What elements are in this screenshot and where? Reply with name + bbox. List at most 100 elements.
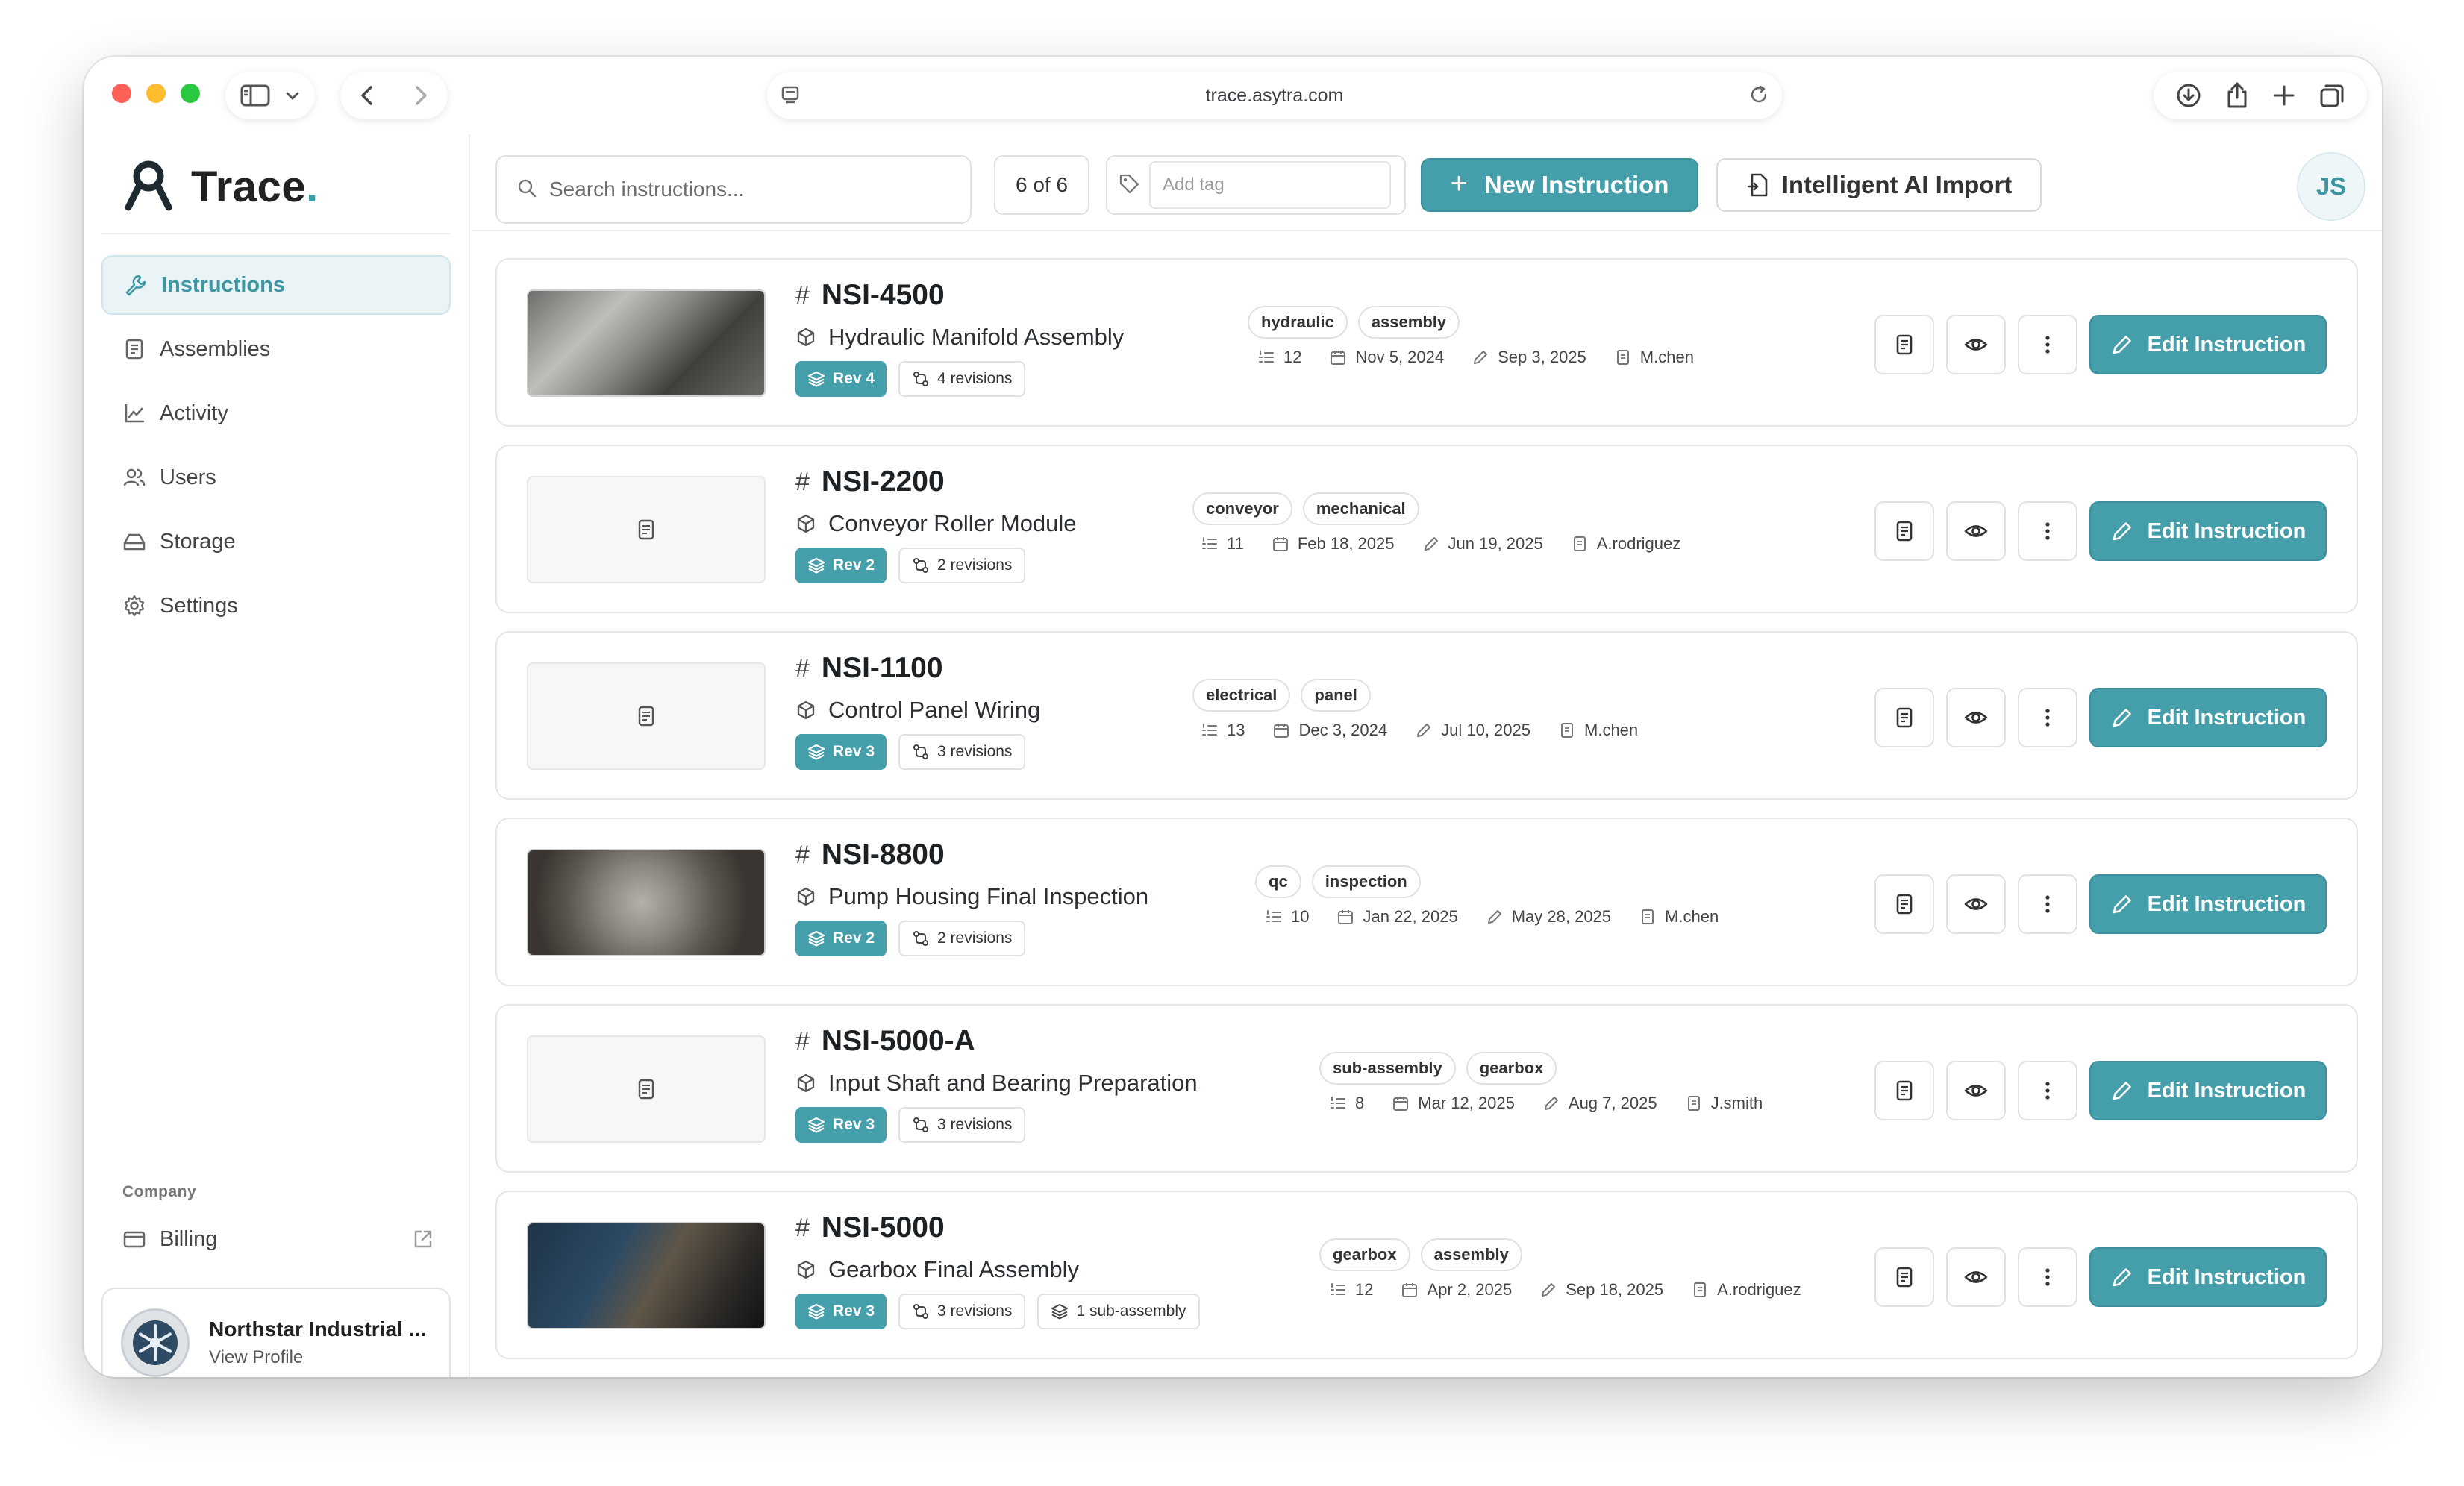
instruction-card[interactable]: # NSI-5000 Gearbox Final Assembly Rev 3 … (495, 1191, 2358, 1359)
document-icon (1896, 334, 1913, 355)
tag-chip[interactable]: mechanical (1302, 492, 1419, 525)
instruction-card[interactable]: # NSI-5000-A Input Shaft and Bearing Pre… (495, 1004, 2358, 1173)
more-options-button[interactable] (2018, 501, 2077, 561)
download-icon[interactable] (2175, 82, 2202, 109)
new-tab-icon[interactable] (2272, 84, 2296, 107)
view-document-button[interactable] (1874, 1061, 1934, 1120)
instruction-code-row: # NSI-5000 (795, 1211, 945, 1244)
preview-button[interactable] (1946, 1061, 2006, 1120)
tag-chip[interactable]: hydraulic (1248, 306, 1348, 339)
revisions-chip[interactable]: 4 revisions (898, 361, 1026, 397)
view-document-button[interactable] (1874, 501, 1934, 561)
preview-button[interactable] (1946, 501, 2006, 561)
minimize-window-button[interactable] (146, 84, 166, 103)
tag-chip[interactable]: electrical (1192, 679, 1291, 712)
instruction-card[interactable]: # NSI-2200 Conveyor Roller Module Rev 2 … (495, 445, 2358, 613)
revisions-chip[interactable]: 3 revisions (898, 1107, 1026, 1143)
company-profile-card[interactable]: Northstar Industrial ... View Profile (101, 1288, 451, 1377)
brand-logo[interactable]: Trace. (122, 158, 319, 216)
external-link-icon[interactable] (412, 1228, 434, 1256)
back-icon[interactable] (358, 84, 376, 107)
tag-chip[interactable]: qc (1255, 865, 1301, 898)
view-profile-link[interactable]: View Profile (209, 1347, 426, 1368)
company-name: Northstar Industrial ... (209, 1317, 426, 1341)
file-import-icon (1747, 173, 1767, 197)
close-window-button[interactable] (112, 84, 131, 103)
calendar-icon (1331, 351, 1346, 365)
main-content: 6 of 6 + New Instruction Intelligent AI … (472, 134, 2382, 1377)
edit-instruction-button[interactable]: Edit Instruction (2089, 315, 2327, 374)
address-bar[interactable]: trace.asytra.com (767, 72, 1782, 119)
more-options-button[interactable] (2018, 874, 2077, 934)
sidebar-item-label: Storage (160, 529, 236, 554)
forward-icon[interactable] (412, 84, 430, 107)
more-options-button[interactable] (2018, 1061, 2077, 1120)
tag-chip[interactable]: panel (1301, 679, 1371, 712)
more-options-button[interactable] (2018, 315, 2077, 374)
edit-instruction-button[interactable]: Edit Instruction (2089, 688, 2327, 747)
search-input[interactable] (549, 178, 937, 201)
revisions-chip[interactable]: 3 revisions (898, 1294, 1026, 1329)
sidebar-item-storage[interactable]: Storage (101, 512, 451, 571)
share-icon[interactable] (2224, 81, 2250, 110)
chevron-down-icon[interactable] (284, 87, 301, 104)
tag-chip[interactable]: sub-assembly (1319, 1052, 1456, 1085)
reload-icon[interactable] (1748, 84, 1770, 110)
new-instruction-button[interactable]: + New Instruction (1421, 158, 1698, 212)
tag-chip[interactable]: assembly (1357, 306, 1460, 339)
more-options-button[interactable] (2018, 1247, 2077, 1307)
preview-button[interactable] (1946, 874, 2006, 934)
instruction-card[interactable]: # NSI-1100 Control Panel Wiring Rev 3 3 … (495, 631, 2358, 800)
edit-instruction-button[interactable]: Edit Instruction (2089, 1061, 2327, 1120)
search-box[interactable] (495, 155, 972, 224)
revisions-chip[interactable]: 3 revisions (898, 734, 1026, 770)
layers-icon (807, 557, 825, 574)
sidebar-item-billing[interactable]: Billing (101, 1213, 451, 1265)
list-ordered-icon (1259, 351, 1274, 363)
steps-value: 8 (1355, 1094, 1365, 1112)
tag-input[interactable] (1149, 161, 1391, 209)
instruction-meta: 8 Mar 12, 2025 Aug 7, 2025 J.smith (1330, 1094, 1791, 1113)
user-avatar[interactable]: JS (2297, 152, 2365, 221)
tag-chip[interactable]: assembly (1420, 1238, 1522, 1271)
view-document-button[interactable] (1874, 688, 1934, 747)
edit-instruction-button[interactable]: Edit Instruction (2089, 1247, 2327, 1307)
revisions-chip[interactable]: 2 revisions (898, 921, 1026, 956)
maximize-window-button[interactable] (181, 84, 200, 103)
instruction-title: Input Shaft and Bearing Preparation (828, 1070, 1198, 1096)
instruction-thumbnail (527, 289, 766, 397)
tag-chip[interactable]: gearbox (1466, 1052, 1557, 1085)
edit-instruction-label: Edit Instruction (2147, 518, 2307, 543)
more-vertical-icon (2045, 1268, 2050, 1286)
edit-instruction-button[interactable]: Edit Instruction (2089, 501, 2327, 561)
updated-date: May 28, 2025 (1486, 907, 1611, 927)
created-date: Nov 5, 2024 (1330, 348, 1444, 367)
view-document-button[interactable] (1874, 874, 1934, 934)
preview-button[interactable] (1946, 1247, 2006, 1307)
view-document-button[interactable] (1874, 1247, 1934, 1307)
sidebar-item-settings[interactable]: Settings (101, 576, 451, 636)
updated-value: Jul 10, 2025 (1441, 721, 1530, 739)
company-logo-avatar (121, 1308, 190, 1377)
preview-button[interactable] (1946, 315, 2006, 374)
tag-chip[interactable]: conveyor (1192, 492, 1292, 525)
sidebar-toggle-icon[interactable] (240, 84, 270, 107)
sidebar-item-instructions[interactable]: Instructions (101, 255, 451, 315)
revisions-chip[interactable]: 2 revisions (898, 548, 1026, 583)
preview-button[interactable] (1946, 688, 2006, 747)
view-document-button[interactable] (1874, 315, 1934, 374)
tag-chip[interactable]: inspection (1311, 865, 1421, 898)
sidebar-item-assemblies[interactable]: Assemblies (101, 319, 451, 379)
more-options-button[interactable] (2018, 688, 2077, 747)
subassembly-chip[interactable]: 1 sub-assembly (1037, 1294, 1200, 1329)
sidebar-item-activity[interactable]: Activity (101, 383, 451, 443)
trace-logo-icon (122, 158, 175, 216)
sidebar-item-users[interactable]: Users (101, 448, 451, 507)
instruction-card[interactable]: # NSI-4500 Hydraulic Manifold Assembly R… (495, 258, 2358, 427)
instruction-card[interactable]: # NSI-8800 Pump Housing Final Inspection… (495, 818, 2358, 986)
author-value: M.chen (1584, 721, 1639, 739)
tag-chip[interactable]: gearbox (1319, 1238, 1410, 1271)
edit-instruction-button[interactable]: Edit Instruction (2089, 874, 2327, 934)
tabs-overview-icon[interactable] (2318, 82, 2345, 109)
ai-import-button[interactable]: Intelligent AI Import (1716, 158, 2042, 212)
